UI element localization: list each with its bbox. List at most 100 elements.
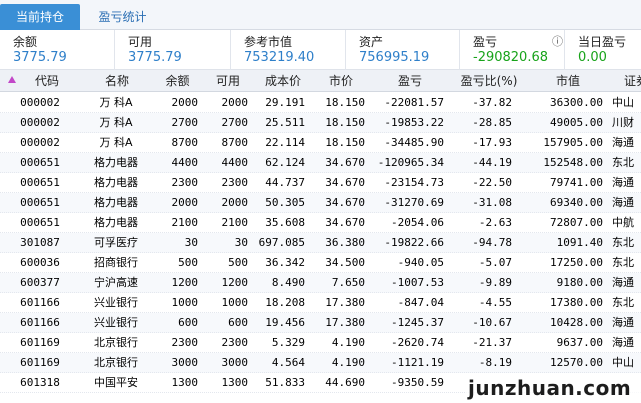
watermark-overlay: junzhuan.com <box>466 373 641 403</box>
cell-cost-price: 4.564 <box>271 356 305 369</box>
cell-market-value: 49005.00 <box>550 116 603 129</box>
cell-market-value: 17250.00 <box>550 256 603 269</box>
sort-ascending-icon[interactable] <box>8 76 16 83</box>
cell-code: 301087 <box>20 236 60 249</box>
cell-code: 601166 <box>20 316 60 329</box>
cell-balance: 600 <box>178 316 198 329</box>
cell-available: 4400 <box>221 156 249 169</box>
table-row[interactable]: 601169 北京银行 3000 3000 4.564 4.190 -1121.… <box>0 353 641 373</box>
cell-code: 600036 <box>20 256 60 269</box>
table-row[interactable]: 000002 万 科A 2000 2000 29.191 18.150 -220… <box>0 93 641 113</box>
cell-profit-loss: -34485.90 <box>384 136 444 149</box>
cell-broker: 海通 <box>612 196 634 209</box>
cell-profit-loss: -1245.37 <box>391 316 444 329</box>
table-row[interactable]: 600377 宁沪高速 1200 1200 8.490 7.650 -1007.… <box>0 273 641 293</box>
cell-available: 1300 <box>221 376 249 389</box>
cell-name: 万 科A <box>99 96 133 109</box>
account-summary: 余额 3775.79 可用 3775.79 参考市值 753219.40 资产 … <box>0 30 641 70</box>
info-icon[interactable]: ⓘ <box>552 33 563 49</box>
column-header-broker[interactable]: 证券 <box>624 70 641 92</box>
cell-code: 601169 <box>20 356 60 369</box>
table-row[interactable]: 000002 万 科A 2700 2700 25.511 18.150 -198… <box>0 113 641 133</box>
column-header-balance[interactable]: 余额 <box>155 70 200 92</box>
cell-balance: 2000 <box>171 196 199 209</box>
summary-balance: 余额 3775.79 <box>0 30 115 70</box>
cell-code: 000651 <box>20 176 60 189</box>
cell-broker: 海通 <box>612 316 634 329</box>
column-header-available[interactable]: 可用 <box>208 70 248 92</box>
column-header-cost-price[interactable]: 成本价 <box>258 70 308 92</box>
table-row[interactable]: 000651 格力电器 2000 2000 50.305 34.670 -312… <box>0 193 641 213</box>
cell-profit-loss-ratio: -9.89 <box>478 276 512 289</box>
cell-balance: 3000 <box>171 356 199 369</box>
table-row[interactable]: 000002 万 科A 8700 8700 22.114 18.150 -344… <box>0 133 641 153</box>
table-row[interactable]: 600036 招商银行 500 500 36.342 34.500 -940.0… <box>0 253 641 273</box>
cell-balance: 2700 <box>171 116 199 129</box>
table-row[interactable]: 301087 可孚医疗 30 30 697.085 36.380 -19822.… <box>0 233 641 253</box>
cell-available: 1200 <box>221 276 249 289</box>
cell-profit-loss: -23154.73 <box>384 176 444 189</box>
summary-value: 0.00 <box>578 50 607 65</box>
cell-code: 000651 <box>20 196 60 209</box>
cell-balance: 2100 <box>171 216 199 229</box>
cell-market-value: 1091.40 <box>556 236 603 249</box>
cell-market-price: 34.670 <box>325 216 365 229</box>
summary-assets: 资产 756995.19 <box>346 30 460 70</box>
cell-market-price: 4.190 <box>331 356 365 369</box>
cell-broker: 川财 <box>612 116 634 129</box>
cell-name: 格力电器 <box>94 156 138 169</box>
table-row[interactable]: 601166 兴业银行 600 600 19.456 17.380 -1245.… <box>0 313 641 333</box>
table-row[interactable]: 601166 兴业银行 1000 1000 18.208 17.380 -847… <box>0 293 641 313</box>
cell-balance: 500 <box>178 256 198 269</box>
cell-cost-price: 36.342 <box>265 256 305 269</box>
positions-table-body: 000002 万 科A 2000 2000 29.191 18.150 -220… <box>0 93 641 403</box>
summary-value: 3775.79 <box>128 50 182 65</box>
cell-code: 000651 <box>20 216 60 229</box>
cell-cost-price: 51.833 <box>265 376 305 389</box>
cell-profit-loss: -2054.06 <box>391 216 444 229</box>
table-row[interactable]: 000651 格力电器 2300 2300 44.737 34.670 -231… <box>0 173 641 193</box>
cell-available: 2300 <box>221 336 249 349</box>
cell-name: 兴业银行 <box>94 296 138 309</box>
table-row[interactable]: 000651 格力电器 4400 4400 62.124 34.670 -120… <box>0 153 641 173</box>
cell-market-price: 34.670 <box>325 196 365 209</box>
cell-market-price: 18.150 <box>325 96 365 109</box>
column-header-profit-loss-ratio[interactable]: 盈亏比(%) <box>453 70 525 92</box>
cell-cost-price: 35.608 <box>265 216 305 229</box>
cell-cost-price: 25.511 <box>265 116 305 129</box>
cell-profit-loss-ratio: -4.55 <box>478 296 512 309</box>
cell-profit-loss: -847.04 <box>397 296 444 309</box>
cell-cost-price: 19.456 <box>265 316 305 329</box>
tab-profit-loss-stats[interactable]: 盈亏统计 <box>80 4 165 30</box>
cell-market-price: 34.670 <box>325 156 365 169</box>
summary-value: 3775.79 <box>13 50 67 65</box>
cell-available: 1000 <box>221 296 249 309</box>
column-header-name[interactable]: 名称 <box>92 70 142 92</box>
cell-market-value: 10428.00 <box>550 316 603 329</box>
column-header-profit-loss[interactable]: 盈亏 <box>385 70 435 92</box>
cell-profit-loss: -1121.19 <box>391 356 444 369</box>
cell-broker: 中航 <box>612 216 634 229</box>
cell-profit-loss-ratio: -10.67 <box>472 316 512 329</box>
cell-name: 格力电器 <box>94 176 138 189</box>
column-header-market-price[interactable]: 市价 <box>316 70 366 92</box>
cell-name: 兴业银行 <box>94 316 138 329</box>
column-header-code[interactable]: 代码 <box>22 70 72 92</box>
table-row[interactable]: 000651 格力电器 2100 2100 35.608 34.670 -205… <box>0 213 641 233</box>
cell-cost-price: 22.114 <box>265 136 305 149</box>
table-row[interactable]: 601169 北京银行 2300 2300 5.329 4.190 -2620.… <box>0 333 641 353</box>
cell-market-value: 12570.00 <box>550 356 603 369</box>
cell-available: 8700 <box>221 136 249 149</box>
cell-profit-loss-ratio: -94.78 <box>472 236 512 249</box>
column-header-market-value[interactable]: 市值 <box>543 70 593 92</box>
cell-broker: 中山 <box>612 356 634 369</box>
cell-profit-loss: -31270.69 <box>384 196 444 209</box>
cell-profit-loss: -19822.66 <box>384 236 444 249</box>
cell-profit-loss: -9350.59 <box>391 376 444 389</box>
cell-profit-loss-ratio: -31.08 <box>472 196 512 209</box>
summary-value: 753219.40 <box>244 50 315 65</box>
cell-market-price: 18.150 <box>325 136 365 149</box>
tab-current-positions[interactable]: 当前持仓 <box>0 4 80 30</box>
cell-broker: 东北 <box>612 296 634 309</box>
cell-market-value: 17380.00 <box>550 296 603 309</box>
